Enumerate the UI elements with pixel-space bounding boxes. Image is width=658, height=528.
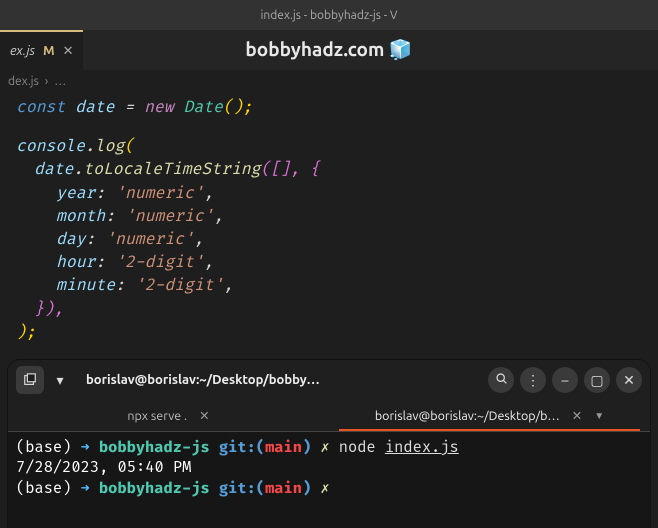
code-line: month: 'numeric', [16,205,648,228]
terminal-window: ▾ borislav@borislav:~/Desktop/bobbyhadz-… [8,360,650,528]
terminal-line: (base) ➜ bobbyhadz-js git:(main) ✗ node … [16,438,642,458]
menu-button[interactable]: ⋮ [520,367,546,393]
code-line: const date = new Date(); [16,96,648,119]
code-editor[interactable]: const date = new Date(); console.log( da… [0,92,658,354]
window-titlebar: index.js - bobbyhadz-js - V [0,0,658,30]
code-line: ); [16,321,648,344]
breadcrumb[interactable]: dex.js › … [0,70,658,92]
breadcrumb-more: … [54,75,66,88]
terminal-body[interactable]: (base) ➜ bobbyhadz-js git:(main) ✗ node … [8,432,650,528]
chevron-right-icon: › [45,75,48,88]
code-line: }), [16,298,648,321]
close-button[interactable]: ✕ [616,367,642,393]
terminal-output: 7/28/2023, 05:40 PM [16,458,642,478]
editor-tab-active[interactable]: ex.js M ✕ [0,30,83,70]
dropdown-button[interactable]: ▾ [50,366,70,394]
terminal-header: ▾ borislav@borislav:~/Desktop/bobbyhadz-… [8,360,650,400]
kebab-icon: ⋮ [526,372,540,389]
code-line: console.log( [16,135,648,158]
tab-filename: ex.js [10,44,35,58]
window-title: index.js - bobbyhadz-js - V [260,9,397,22]
code-line: day: 'numeric', [16,228,648,251]
close-icon: ✕ [623,372,635,389]
code-line: year: 'numeric', [16,182,648,205]
editor-tabbar: ex.js M ✕ [0,30,658,70]
terminal-title: borislav@borislav:~/Desktop/bobbyhadz-r… [76,373,336,387]
maximize-icon: ▢ [590,372,603,389]
chevron-down-icon[interactable]: ▼ [594,410,604,422]
breadcrumb-file: dex.js [8,75,39,88]
tab-modified-marker: M [43,44,55,58]
close-icon[interactable]: ✕ [63,44,74,59]
chevron-down-icon: ▾ [56,372,63,389]
minimize-icon: – [562,372,569,388]
search-icon [495,372,508,388]
code-line: hour: '2-digit', [16,251,648,274]
code-line: minute: '2-digit', [16,274,648,297]
maximize-button[interactable]: ▢ [584,367,610,393]
terminal-line: (base) ➜ bobbyhadz-js git:(main) ✗ [16,479,642,499]
code-line: date.toLocaleTimeString([], { [16,158,648,181]
minimize-button[interactable]: – [552,367,578,393]
terminal-tab[interactable]: npx serve . ✕ [8,400,329,431]
new-tab-button[interactable] [16,366,44,394]
terminal-tabs: npx serve . ✕ borislav@borislav:~/Deskto… [8,400,650,432]
search-button[interactable] [488,367,514,393]
close-icon[interactable]: ✕ [572,408,582,423]
close-icon[interactable]: ✕ [199,408,209,423]
terminal-tab-active[interactable]: borislav@borislav:~/Desktop/b… ✕ ▼ [329,400,650,431]
